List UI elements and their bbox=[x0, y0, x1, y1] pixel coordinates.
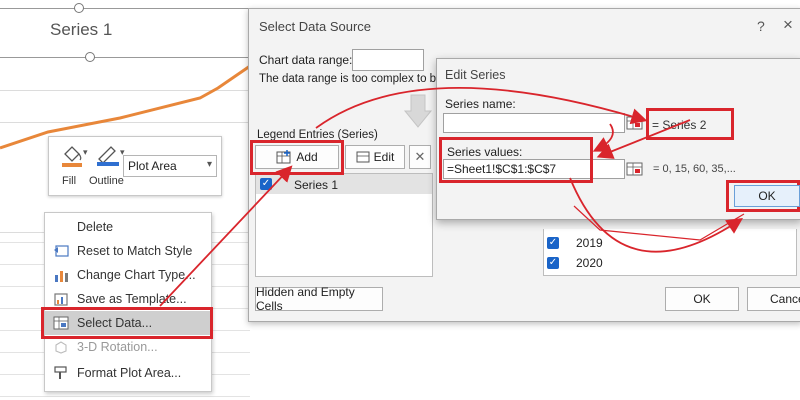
fill-label: Fill bbox=[62, 175, 77, 187]
remove-series-button[interactable]: ✕ bbox=[409, 145, 431, 169]
cube-rotation-icon bbox=[55, 341, 67, 354]
sds-ok-button[interactable]: OK bbox=[665, 287, 739, 311]
series-name-label: Series name: bbox=[445, 97, 516, 111]
format-paint-icon bbox=[54, 366, 67, 379]
chart-area[interactable]: Series 1 bbox=[0, 0, 250, 240]
help-button[interactable]: ? bbox=[757, 18, 765, 34]
legend-series-list: ✓ Series 1 bbox=[255, 173, 433, 277]
highlight-box-select-data bbox=[41, 307, 213, 339]
chart-element-value: Plot Area bbox=[128, 159, 177, 173]
highlight-box-series-values bbox=[439, 137, 593, 183]
dialog-title: Select Data Source bbox=[259, 19, 372, 34]
axis-label-item[interactable]: 2020 bbox=[576, 256, 603, 270]
fill-bucket-icon[interactable] bbox=[59, 142, 85, 168]
axis-label-checkbox-icon[interactable]: ✓ bbox=[547, 237, 559, 249]
menu-item-label: 3-D Rotation... bbox=[77, 340, 158, 354]
series-name-input[interactable] bbox=[443, 113, 625, 133]
chart-element-select[interactable]: Plot Area ▾ bbox=[123, 155, 217, 177]
menu-item-label: Save as Template... bbox=[77, 292, 187, 306]
menu-item-delete[interactable]: Delete bbox=[45, 215, 211, 239]
menu-item-format-plot-area[interactable]: Format Plot Area... bbox=[45, 361, 211, 385]
series-name: Series 1 bbox=[294, 178, 339, 192]
sds-cancel-button[interactable]: Cancel bbox=[747, 287, 800, 311]
outline-label: Outline bbox=[89, 175, 124, 187]
ok-label: OK bbox=[693, 292, 711, 306]
axis-label-item[interactable]: 2019 bbox=[576, 236, 603, 250]
menu-item-reset-style[interactable]: Reset to Match Style bbox=[45, 239, 211, 263]
highlight-box-add bbox=[250, 140, 344, 175]
highlight-box-series-name bbox=[646, 108, 734, 140]
menu-item-label: Delete bbox=[77, 220, 114, 234]
ok-label: OK bbox=[758, 189, 776, 203]
remove-x-icon: ✕ bbox=[414, 149, 426, 164]
axis-label-checkbox-icon[interactable]: ✓ bbox=[547, 257, 559, 269]
hidden-empty-label: Hidden and Empty Cells bbox=[256, 285, 355, 313]
edit-button-label: Edit bbox=[373, 150, 395, 164]
menu-item-label: Reset to Match Style bbox=[77, 244, 193, 258]
range-select-icon[interactable] bbox=[625, 160, 645, 178]
chart-context-menu: Delete Reset to Match Style Change Chart… bbox=[41, 212, 213, 392]
close-button[interactable]: × bbox=[783, 15, 793, 35]
chart-data-range-input[interactable] bbox=[352, 49, 424, 71]
edit-series-ok-button[interactable]: OK bbox=[734, 185, 800, 207]
save-template-icon bbox=[54, 293, 68, 306]
fill-dropdown-icon[interactable]: ▾ bbox=[83, 147, 88, 158]
chevron-down-icon: ▾ bbox=[206, 159, 212, 170]
outline-pen-icon[interactable] bbox=[95, 143, 121, 167]
dialog-title: Edit Series bbox=[445, 68, 506, 82]
edit-table-icon bbox=[356, 151, 370, 163]
reset-style-icon bbox=[54, 245, 69, 257]
bar-chart-icon bbox=[55, 271, 68, 282]
complex-range-message: The data range is too complex to be bbox=[259, 73, 443, 85]
series-1-line[interactable] bbox=[0, 0, 250, 240]
switch-row-column-icon[interactable] bbox=[403, 93, 433, 129]
hidden-empty-cells-button[interactable]: Hidden and Empty Cells bbox=[255, 285, 383, 313]
range-select-icon[interactable] bbox=[625, 114, 645, 132]
axis-labels-list: ✓ 2019 ✓ 2020 bbox=[543, 229, 797, 276]
edit-series-button[interactable]: Edit bbox=[345, 145, 405, 169]
chart-data-range-label: Chart data range: bbox=[259, 53, 353, 67]
menu-item-label: Change Chart Type... bbox=[77, 268, 196, 282]
menu-item-change-chart-type[interactable]: Change Chart Type... bbox=[45, 263, 211, 287]
cancel-label: Cancel bbox=[770, 292, 800, 306]
series-checkbox-icon[interactable]: ✓ bbox=[260, 178, 272, 190]
format-mini-toolbar: ▾ Fill ▾ Outline Plot Area ▾ bbox=[48, 136, 222, 196]
menu-item-label: Format Plot Area... bbox=[77, 366, 182, 380]
series-list-item[interactable]: ✓ Series 1 bbox=[256, 174, 432, 194]
series-values-preview: = 0, 15, 60, 35,... bbox=[653, 163, 736, 175]
